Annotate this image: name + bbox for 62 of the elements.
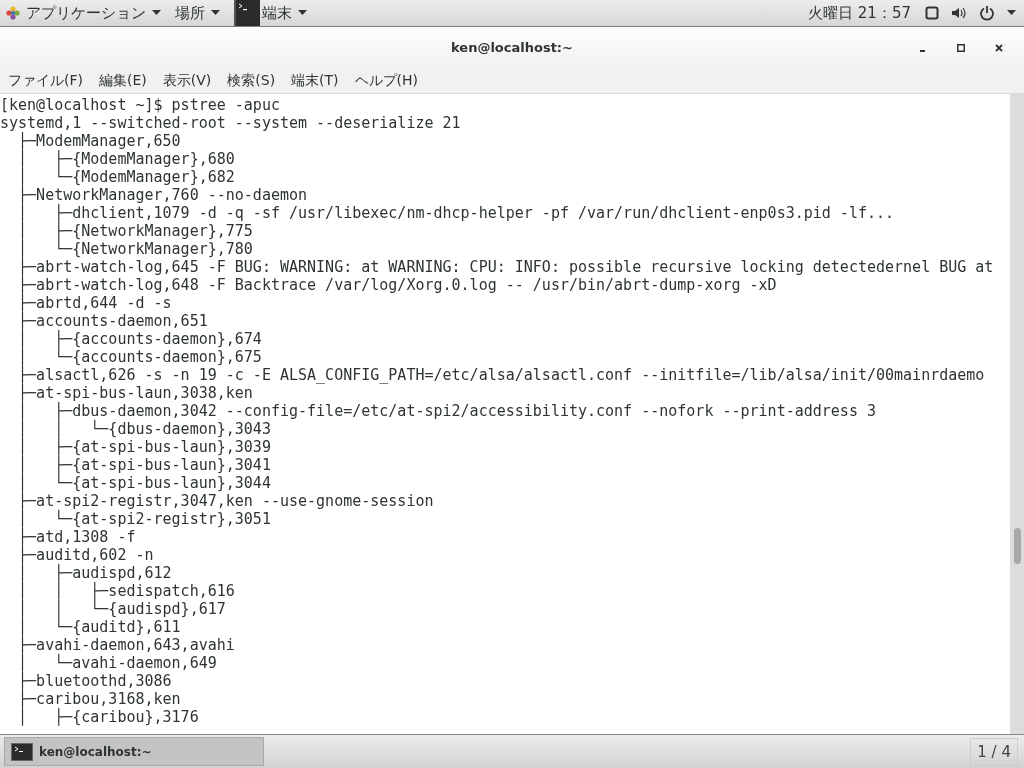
terminal-line: ├─caribou,3168,ken: [17, 690, 182, 708]
menu-item[interactable]: ヘルプ(H): [354, 71, 419, 90]
terminal-line: systemd,1 --switched-root --system --deserialize 21: [0, 114, 462, 132]
terminal-line: │ ├─{caribou},3176: [17, 708, 200, 726]
terminal-line: [ken@localhost ~]$ pstree -apuc: [0, 96, 281, 114]
terminal-line: ├─abrt-watch-log,648 -F Backtrace /var/log/Xorg.0.log -- /usr/bin/abrt-dump-xorg -xD: [17, 276, 778, 294]
panel-menu[interactable]: アプリケーション: [6, 0, 161, 26]
terminal-line: ├─at-spi2-registr,3047,ken --use-gnome-session: [17, 492, 435, 510]
scrollbar[interactable]: [1010, 94, 1024, 734]
close-icon: [995, 44, 1003, 52]
workspace-indicator[interactable]: 1 / 4: [970, 737, 1018, 766]
menu-item[interactable]: 端末(T): [291, 71, 339, 90]
terminal-line: │ ├─{accounts-daemon},674: [17, 330, 263, 348]
terminal-line: ├─abrt-watch-log,645 -F BUG: WARNING: at WARNING: CPU: INFO: possible recursive locking detectedernel BUG at: [17, 258, 995, 276]
terminal-line: │ └─{at-spi2-registr},3051: [17, 510, 272, 528]
taskbar-button[interactable]: ken@localhost:~: [4, 737, 264, 766]
caret-icon: [1007, 10, 1016, 16]
terminal-line: │ ├─{at-spi-bus-laun},3041: [17, 456, 272, 474]
terminal-line: │ └─{NetworkManager},780: [17, 240, 254, 258]
maximize-icon: [957, 44, 965, 52]
terminal-line: ├─auditd,602 -n: [17, 546, 155, 564]
terminal-line: │ ├─{at-spi-bus-laun},3039: [17, 438, 272, 456]
window-title: ken@localhost:~: [451, 40, 573, 55]
volume-icon: [951, 6, 967, 20]
menu-item[interactable]: 表示(V): [162, 71, 212, 90]
terminal-line: │ ├─dhclient,1079 -d -q -sf /usr/libexec/nm-dhcp-helper -pf /var/run/dhclient-enp0s3.pid -lf...: [17, 204, 896, 222]
menu-item[interactable]: 編集(E): [99, 71, 147, 90]
terminal-line: │ │ └─{dbus-daemon},3043: [17, 420, 272, 438]
terminal-line: │ ├─dbus-daemon,3042 --config-file=/etc/at-spi2/accessibility.conf --nofork --print-address 3: [17, 402, 877, 420]
menu-item[interactable]: ファイル(F): [8, 71, 83, 90]
terminal-line: ├─alsactl,626 -s -n 19 -c -E ALSA_CONFIG_PATH=/etc/alsa/alsactl.conf --initfile=/lib/alsa/init/00mainrdaemo: [17, 366, 986, 384]
terminal-line: ├─atd,1308 -f: [17, 528, 137, 546]
terminal-line: │ └─{auditd},611: [17, 618, 181, 636]
screen-icon: [925, 6, 939, 20]
terminal-line: │ └─{accounts-daemon},675: [17, 348, 263, 366]
terminal-line: │ ├─{ModemManager},680: [17, 150, 236, 168]
terminal-line: │ └─{ModemManager},682: [17, 168, 236, 186]
menu-item[interactable]: 検索(S): [227, 71, 276, 90]
caret-icon: [298, 10, 307, 16]
terminal-line: ├─ModemManager,650: [18, 132, 182, 150]
terminal-line: ├─abrtd,644 -d -s: [17, 294, 173, 312]
terminal-line: │ ├─audispd,612: [17, 564, 173, 582]
terminal-icon: [11, 742, 33, 761]
terminal-line: │ └─avahi-daemon,649: [17, 654, 217, 672]
scrollbar-thumb[interactable]: [1014, 528, 1021, 564]
terminal-line: ├─NetworkManager,760 --no-daemon: [17, 186, 309, 204]
caret-icon: [211, 10, 220, 16]
clock[interactable]: 火曜日 21：57: [808, 3, 911, 23]
terminal-icon: [236, 0, 260, 26]
panel-menu[interactable]: 場所: [175, 0, 220, 26]
terminal-line: ├─accounts-daemon,651: [17, 312, 209, 330]
terminal-line: ├─avahi-daemon,643,avahi: [17, 636, 236, 654]
terminal-line: │ ├─{NetworkManager},775: [17, 222, 254, 240]
panel-menu[interactable]: 端末: [234, 0, 307, 26]
flower-icon: [6, 6, 20, 20]
terminal-line: ├─bluetoothd,3086: [17, 672, 173, 690]
terminal-line: │ │ └─{audispd},617: [17, 600, 226, 618]
power-icon: [979, 5, 995, 21]
terminal-line: │ │ ├─sedispatch,616: [17, 582, 236, 600]
caret-icon: [152, 10, 161, 16]
terminal-line: ├─at-spi-bus-laun,3038,ken: [17, 384, 254, 402]
terminal-line: │ └─{at-spi-bus-laun},3044: [17, 474, 272, 492]
